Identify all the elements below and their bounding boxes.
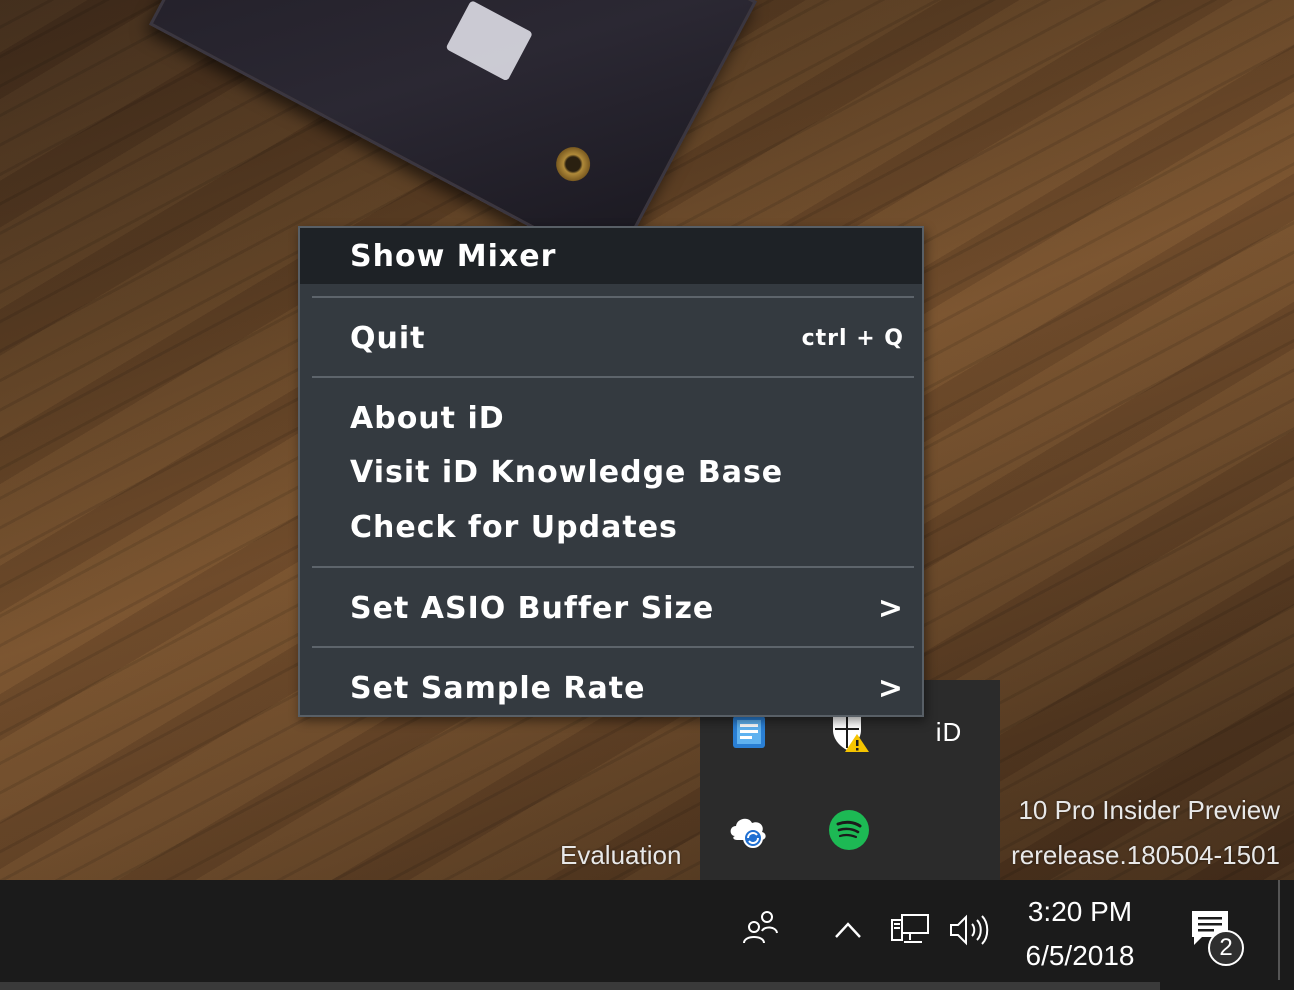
- menu-item-set-sample-rate[interactable]: Set Sample Rate >: [300, 660, 922, 716]
- spotify-icon[interactable]: [825, 806, 873, 854]
- id-tray-label: iD: [935, 716, 963, 747]
- desktop-watermark-line1: 10 Pro Insider Preview: [1018, 795, 1280, 825]
- id-context-menu: Show Mixer Quit ctrl + Q About iD Visit …: [298, 226, 924, 717]
- desktop-watermark-evaluation: Evaluation: [560, 840, 682, 870]
- onedrive-sync-icon[interactable]: [725, 806, 773, 854]
- desktop-watermark-line2: rerelease.180504-1501: [1011, 840, 1280, 870]
- people-icon[interactable]: [738, 905, 782, 949]
- menu-item-quit[interactable]: Quit ctrl + Q: [300, 310, 922, 366]
- network-icon[interactable]: [886, 908, 934, 952]
- volume-icon[interactable]: [946, 908, 994, 952]
- notification-count-badge: 2: [1208, 930, 1244, 966]
- menu-item-label: Show Mixer: [350, 238, 557, 274]
- menu-separator: [312, 566, 914, 568]
- menu-item-label: Visit iD Knowledge Base: [350, 454, 784, 490]
- menu-separator: [312, 376, 914, 378]
- menu-separator: [312, 296, 914, 298]
- menu-item-label: Set Sample Rate: [350, 670, 646, 706]
- menu-separator: [312, 646, 914, 648]
- chevron-right-icon: >: [877, 670, 904, 706]
- taskbar-edge: [0, 982, 1160, 990]
- taskbar-clock[interactable]: 3:20 PM 6/5/2018: [1010, 890, 1150, 978]
- id-audio-icon[interactable]: iD: [925, 708, 973, 756]
- quit-shortcut: ctrl + Q: [801, 325, 904, 351]
- chevron-right-icon: >: [877, 590, 904, 626]
- menu-item-set-asio-buffer-size[interactable]: Set ASIO Buffer Size >: [300, 580, 922, 636]
- desktop: 10 Pro Insider Preview rerelease.180504-…: [0, 0, 1294, 990]
- clock-time: 3:20 PM: [1027, 896, 1133, 927]
- menu-item-show-mixer[interactable]: Show Mixer: [300, 228, 922, 284]
- menu-item-check-for-updates[interactable]: Check for Updates: [300, 501, 922, 553]
- show-desktop-edge[interactable]: [1278, 880, 1280, 980]
- menu-item-visit-knowledge-base[interactable]: Visit iD Knowledge Base: [300, 446, 922, 498]
- menu-item-label: About iD: [350, 400, 505, 436]
- wallpaper-mounting-hole: [550, 141, 597, 188]
- clock-date: 6/5/2018: [1025, 940, 1135, 971]
- show-hidden-icons-chevron[interactable]: [828, 910, 868, 950]
- menu-item-label: Set ASIO Buffer Size: [350, 590, 715, 626]
- menu-item-about-id[interactable]: About iD: [300, 392, 922, 444]
- wallpaper-chip: [445, 0, 534, 82]
- menu-item-label: Check for Updates: [350, 509, 678, 545]
- menu-item-label: Quit: [350, 320, 426, 356]
